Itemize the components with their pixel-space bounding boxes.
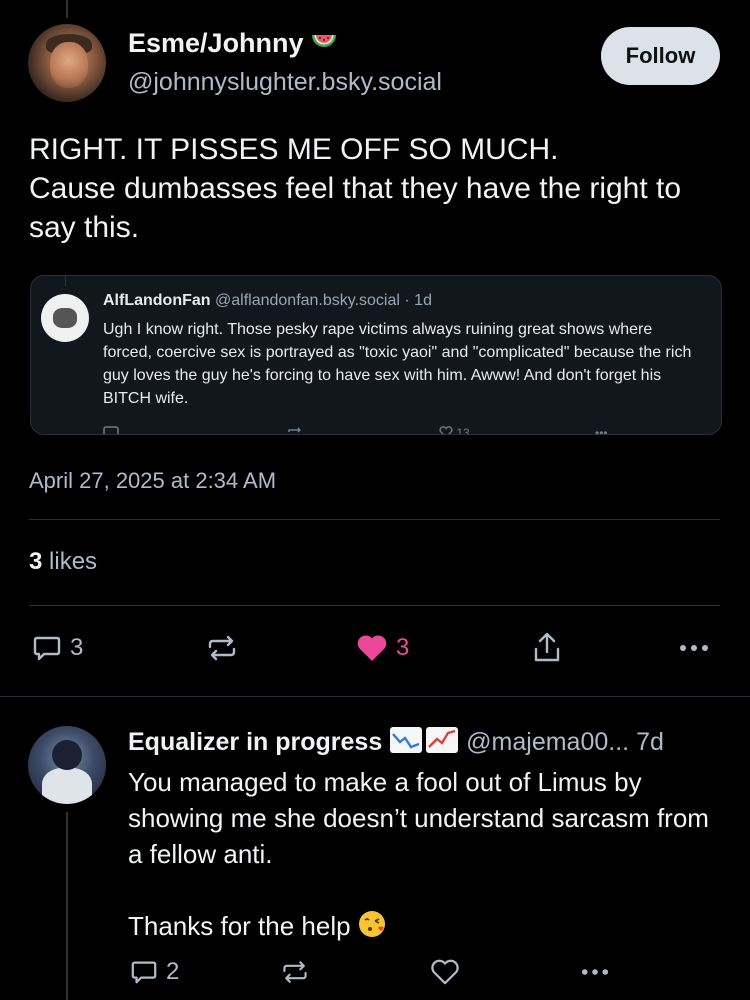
- reply-text: You managed to make a fool out of Limus …: [128, 764, 728, 948]
- quote-display-name: AlfLandonFan: [103, 292, 211, 309]
- quote-actions: 13 •••: [101, 426, 621, 435]
- author-name-text: Esme/Johnny: [128, 28, 304, 58]
- quote-text: Ugh I know right. Those pesky rape victi…: [103, 321, 692, 407]
- divider: [0, 696, 750, 697]
- reply-display-name[interactable]: Equalizer in progress: [128, 728, 382, 756]
- share-button[interactable]: [530, 631, 564, 665]
- share-icon: [530, 631, 564, 665]
- reply-button[interactable]: 3: [32, 633, 83, 663]
- reply-header: Equalizer in progress @majema00... 7d: [128, 726, 664, 761]
- reply-text-body: You managed to make a fool out of Limus …: [128, 767, 709, 941]
- more-icon: [678, 633, 710, 663]
- face-blowing-kiss-icon: [357, 909, 387, 948]
- heart-outline-icon: [430, 958, 460, 986]
- author-handle[interactable]: @johnnyslughter.bsky.social: [128, 68, 442, 97]
- more-options-button[interactable]: [678, 633, 710, 663]
- post-text: RIGHT. IT PISSES ME OFF SO MUCH. Cause d…: [29, 133, 682, 244]
- author-avatar[interactable]: [28, 24, 106, 102]
- quote-time: · 1d: [404, 292, 432, 309]
- quote-repost-icon: [287, 426, 303, 434]
- divider: [29, 519, 720, 520]
- post-timestamp: April 27, 2025 at 2:34 AM: [29, 468, 277, 493]
- repost-icon: [280, 958, 310, 986]
- reply-more-button[interactable]: [580, 958, 610, 986]
- quote-thread-line: [65, 276, 66, 286]
- follow-button[interactable]: Follow: [601, 27, 720, 85]
- likes-summary[interactable]: 3 likes: [29, 548, 97, 576]
- reply-author-avatar[interactable]: [28, 726, 106, 804]
- quote-more-icon: •••: [595, 426, 608, 435]
- avatar-coat: [42, 768, 92, 804]
- reply-repost-button[interactable]: [280, 958, 310, 986]
- reply-count: 3: [70, 634, 84, 661]
- chart-decreasing-icon: [389, 726, 423, 761]
- chart-increasing-icon: [425, 726, 459, 761]
- reply-time: 7d: [636, 728, 664, 757]
- quote-reply-icon: [103, 426, 119, 434]
- author-display-name[interactable]: Esme/Johnny: [128, 28, 338, 60]
- quoted-post[interactable]: AlfLandonFan @alflandonfan.bsky.social ·…: [30, 275, 722, 435]
- more-icon: [580, 958, 610, 986]
- thread-line: [66, 0, 68, 18]
- quote-like: 13: [439, 426, 470, 435]
- avatar-face: [50, 42, 88, 88]
- heart-filled-icon: [356, 633, 388, 663]
- reply-handle[interactable]: @majema00...: [466, 728, 629, 756]
- repost-button[interactable]: [205, 633, 239, 663]
- reply-icon: [32, 633, 62, 663]
- quote-avatar-figure: [53, 308, 77, 328]
- quote-header: AlfLandonFan @alflandonfan.bsky.social ·…: [103, 292, 432, 310]
- reply-reply-count: 2: [166, 958, 180, 985]
- likes-count: 3: [29, 548, 43, 575]
- likes-label: likes: [49, 548, 98, 575]
- reply-like-button[interactable]: [430, 958, 460, 986]
- repost-icon: [205, 633, 239, 663]
- like-count: 3: [396, 634, 410, 661]
- reply-thread-line: [66, 812, 68, 1000]
- quote-author-avatar: [41, 294, 89, 342]
- divider: [29, 605, 720, 606]
- reply-reply-button[interactable]: 2: [130, 958, 179, 986]
- watermelon-icon: [310, 29, 338, 60]
- quote-handle: @alflandonfan.bsky.social: [215, 292, 400, 309]
- like-button[interactable]: 3: [356, 633, 409, 663]
- quote-like-count: 13: [456, 426, 470, 435]
- reply-icon: [130, 958, 158, 986]
- avatar-head: [52, 740, 82, 770]
